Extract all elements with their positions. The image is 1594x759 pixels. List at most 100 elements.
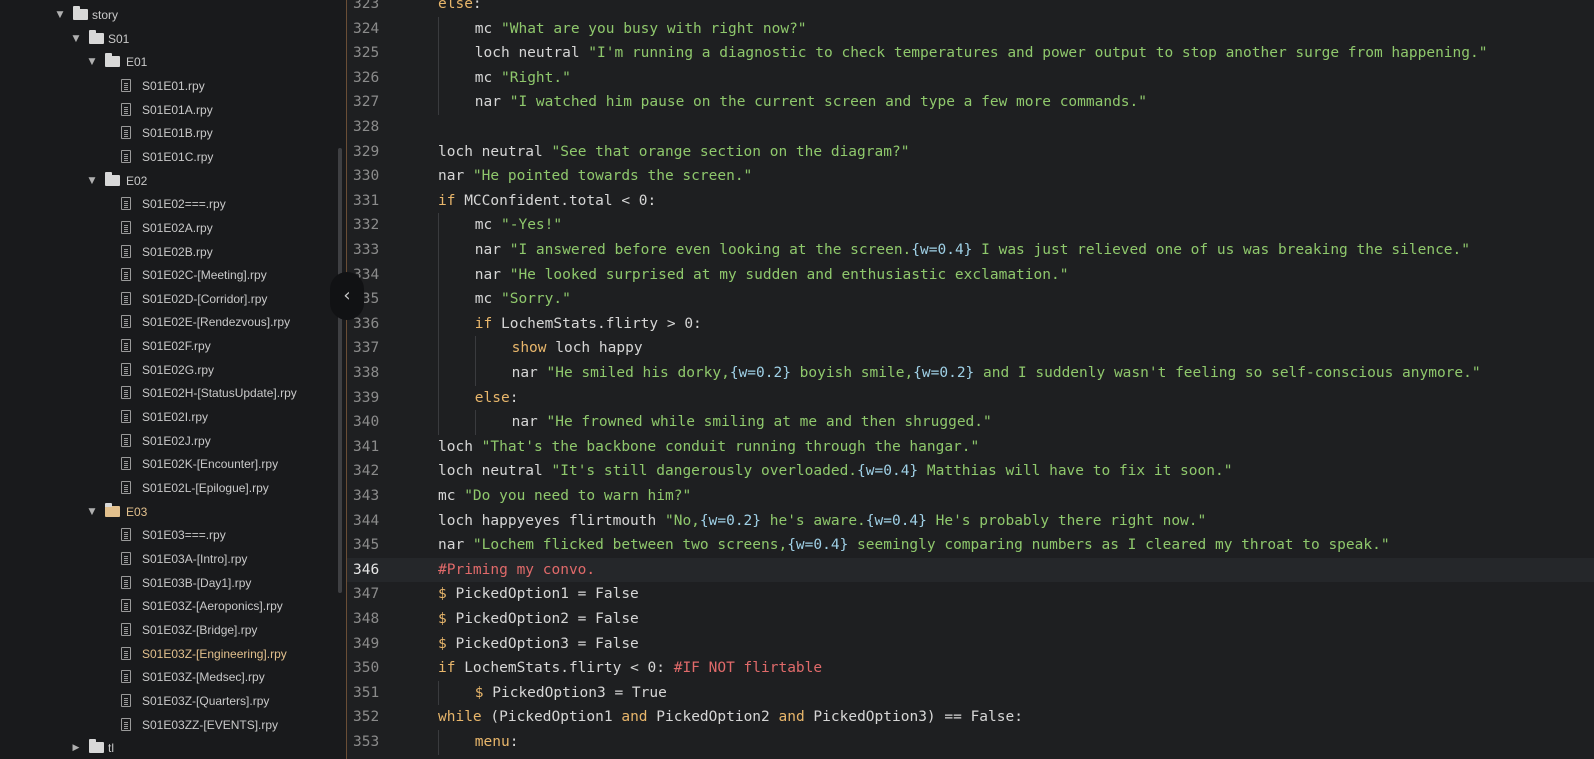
folder-item[interactable]: ▶ tl xyxy=(0,736,340,759)
code-line[interactable]: nar "He frowned while smiling at me and … xyxy=(402,410,1594,435)
code-line[interactable]: while (PickedOption1 and PickedOption2 a… xyxy=(402,705,1594,730)
code-line[interactable]: if MCConfident.total < 0: xyxy=(402,189,1594,214)
code-line[interactable]: #Priming my convo. xyxy=(402,557,1594,583)
code-line[interactable]: nar "I watched him pause on the current … xyxy=(402,90,1594,115)
code-token: {w=0.4} xyxy=(857,463,919,480)
file-item[interactable]: S01E01C.rpy xyxy=(0,145,340,169)
file-item[interactable]: S01E03Z-[Quarters].rpy xyxy=(0,689,340,713)
file-item[interactable]: S01E03B-[Day1].rpy xyxy=(0,571,340,595)
tree-item-label: S01E03Z-[Bridge].rpy xyxy=(142,622,258,637)
file-item[interactable]: S01E03Z-[Bridge].rpy xyxy=(0,618,340,642)
code-line[interactable]: mc "Do you need to warn him?" xyxy=(402,484,1594,509)
code-line[interactable]: loch "That's the backbone conduit runnin… xyxy=(402,435,1594,460)
code-token: {w=0.4} xyxy=(787,537,849,554)
tree-item-label: S01E02D-[Corridor].rpy xyxy=(142,291,268,306)
file-item[interactable]: S01E02B.rpy xyxy=(0,240,340,264)
file-item[interactable]: S01E02F.rpy xyxy=(0,334,340,358)
code-line[interactable]: loch happyeyes flirtmouth "No,{w=0.2} he… xyxy=(402,509,1594,534)
line-number: 338 xyxy=(353,365,380,381)
chevron-down-icon[interactable]: ▼ xyxy=(86,169,98,193)
code-line[interactable]: $ PickedOption1 = False xyxy=(402,582,1594,607)
code-line[interactable]: loch neutral "See that orange section on… xyxy=(402,140,1594,165)
indent-guide xyxy=(438,410,439,435)
tree-item-label: S01E03Z-[Quarters].rpy xyxy=(142,693,270,708)
code-token: if xyxy=(438,660,456,677)
code-token: if xyxy=(438,192,456,209)
file-item[interactable]: S01E02E-[Rendezvous].rpy xyxy=(0,310,340,334)
chevron-down-icon[interactable]: ▼ xyxy=(86,50,98,74)
chevron-down-icon[interactable]: ▼ xyxy=(86,500,98,524)
file-item[interactable]: S01E02C-[Meeting].rpy xyxy=(0,263,340,287)
tree-item-label: story xyxy=(92,8,119,22)
tree-item-label: S01E02C-[Meeting].rpy xyxy=(142,268,267,283)
line-number: 341 xyxy=(353,438,380,455)
code-line[interactable]: if LochemStats.flirty > 0: xyxy=(402,312,1594,337)
code-line[interactable]: menu: xyxy=(402,730,1594,755)
code-line[interactable]: if LochemStats.flirty < 0: #IF NOT flirt… xyxy=(402,656,1594,681)
file-item[interactable]: S01E03Z-[Engineering].rpy xyxy=(0,642,340,666)
chevron-down-icon[interactable]: ▼ xyxy=(54,3,66,27)
file-item[interactable]: S01E02K-[Encounter].rpy xyxy=(0,452,340,476)
chevron-down-icon[interactable]: ▼ xyxy=(70,27,82,51)
file-item[interactable]: S01E02L-[Epilogue].rpy xyxy=(0,476,340,500)
code-line[interactable]: mc "What are you busy with right now?" xyxy=(402,17,1594,42)
collapse-sidebar-button[interactable]: ‹ xyxy=(330,272,364,320)
indent-guide xyxy=(438,680,439,706)
code-line[interactable]: nar "I answered before even looking at t… xyxy=(402,238,1594,263)
code-line[interactable]: loch neutral "It's still dangerously ove… xyxy=(402,459,1594,484)
code-line[interactable]: nar "He looked surprised at my sudden an… xyxy=(402,263,1594,288)
file-item[interactable]: S01E03===.rpy xyxy=(0,523,340,547)
file-item[interactable]: S01E03A-[Intro].rpy xyxy=(0,547,340,571)
code-line[interactable] xyxy=(402,115,1594,140)
indent-guide xyxy=(438,287,439,312)
code-line[interactable]: else: xyxy=(402,0,1594,17)
file-item[interactable]: S01E03ZZ-[EVENTS].rpy xyxy=(0,713,340,737)
tree-item-label: S01E03B-[Day1].rpy xyxy=(142,575,252,590)
file-item[interactable]: S01E02===.rpy xyxy=(0,192,340,216)
code-token: mc xyxy=(474,20,501,37)
file-item[interactable]: S01E02I.rpy xyxy=(0,405,340,429)
code-line[interactable]: $ PickedOption3 = False xyxy=(402,632,1594,657)
file-item[interactable]: S01E03Z-[Aeroponics].rpy xyxy=(0,594,340,618)
tree-item-label: S01E02B.rpy xyxy=(142,244,213,259)
code-line[interactable]: show loch happy xyxy=(402,336,1594,361)
folder-item[interactable]: ▼ E01 xyxy=(0,50,340,74)
indent-guide xyxy=(438,213,439,238)
line-number: 327 xyxy=(353,94,380,111)
code-area[interactable]: else: mc "What are you busy with right no… xyxy=(402,0,1594,759)
code-line[interactable]: nar "Lochem flicked between two screens,… xyxy=(402,533,1594,558)
file-item[interactable]: S01E02H-[StatusUpdate].rpy xyxy=(0,381,340,405)
file-item[interactable]: S01E01B.rpy xyxy=(0,121,340,145)
tree-item-label: S01E02===.rpy xyxy=(142,197,226,212)
folder-item[interactable]: ▼ E02 xyxy=(0,169,340,193)
code-line[interactable]: $ PickedOption2 = False xyxy=(402,607,1594,632)
tree-item-label: S01E02I.rpy xyxy=(142,410,209,425)
chevron-right-icon[interactable]: ▶ xyxy=(70,736,82,759)
code-editor[interactable]: 323 324 325 326 327 328 329 330 331 332 333 334 335 3… xyxy=(346,0,1594,759)
chevron-left-icon: ‹ xyxy=(343,285,351,306)
code-line[interactable]: loch neutral "I'm running a diagnostic t… xyxy=(402,41,1594,66)
line-number: 340 xyxy=(353,414,380,431)
code-line[interactable]: mc "-Yes!" xyxy=(402,213,1594,238)
file-item[interactable]: S01E02G.rpy xyxy=(0,358,340,382)
file-item[interactable]: S01E03Z-[Medsec].rpy xyxy=(0,665,340,689)
file-item[interactable]: S01E01.rpy xyxy=(0,74,340,98)
indent-guide xyxy=(438,41,439,66)
sidebar-scrollbar[interactable] xyxy=(338,148,342,593)
code-line[interactable]: else: xyxy=(402,386,1594,411)
file-icon xyxy=(121,78,131,92)
folder-item[interactable]: ▼ E03 xyxy=(0,500,340,524)
code-line[interactable]: nar "He pointed towards the screen." xyxy=(402,164,1594,189)
file-item[interactable]: S01E01A.rpy xyxy=(0,98,340,122)
code-line[interactable]: mc "Sorry." xyxy=(402,287,1594,312)
code-token: nar xyxy=(511,365,547,381)
code-token: while xyxy=(438,709,482,726)
file-item[interactable]: S01E02J.rpy xyxy=(0,429,340,453)
code-line[interactable]: mc "Right." xyxy=(402,66,1594,91)
code-line[interactable]: nar "He smiled his dorky,{w=0.2} boyish … xyxy=(402,361,1594,386)
folder-item[interactable]: ▼ story xyxy=(0,3,340,27)
folder-item[interactable]: ▼ S01 xyxy=(0,27,340,51)
code-line[interactable]: $ PickedOption3 = True xyxy=(402,681,1594,706)
file-item[interactable]: S01E02D-[Corridor].rpy xyxy=(0,287,340,311)
file-item[interactable]: S01E02A.rpy xyxy=(0,216,340,240)
